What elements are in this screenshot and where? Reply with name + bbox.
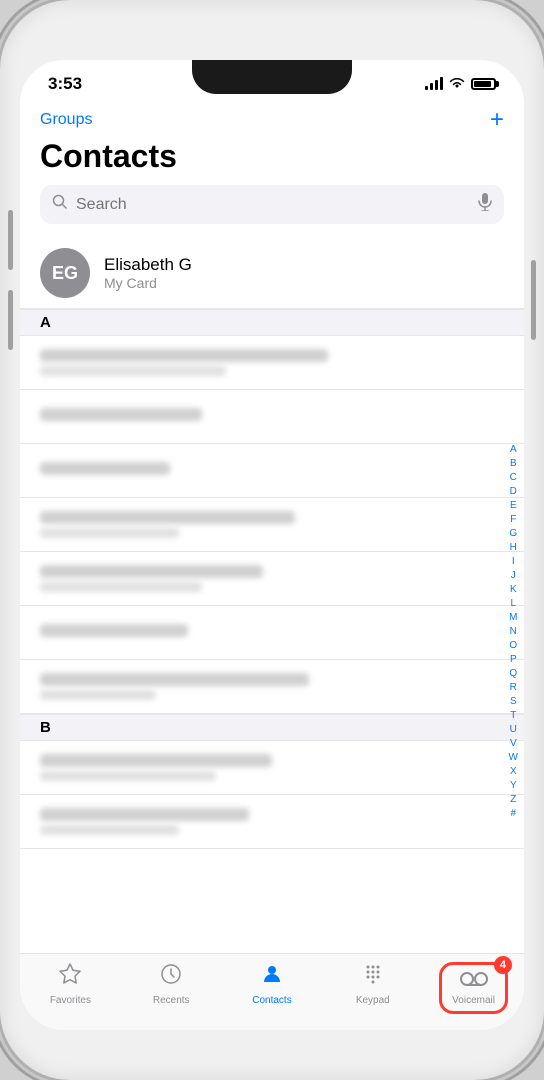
my-card-name: Elisabeth G <box>104 255 192 275</box>
alpha-letter-x[interactable]: X <box>508 765 519 778</box>
page-title: Contacts <box>40 138 504 175</box>
phone-frame: 3:53 <box>0 0 544 1080</box>
tab-keypad[interactable]: Keypad <box>322 962 423 1014</box>
volume-down-button[interactable] <box>8 290 13 350</box>
search-input[interactable] <box>76 196 470 214</box>
groups-button[interactable]: Groups <box>40 111 92 129</box>
keypad-icon <box>361 962 385 992</box>
search-icon <box>52 194 68 215</box>
alpha-letter-y[interactable]: Y <box>508 779 519 792</box>
alpha-letter-u[interactable]: U <box>508 723 519 736</box>
app-content: Groups + Contacts <box>20 100 524 1030</box>
alpha-letter-j[interactable]: J <box>509 569 518 582</box>
add-contact-button[interactable]: + <box>490 108 504 132</box>
notch <box>192 60 352 94</box>
alpha-letter-m[interactable]: M <box>507 611 519 624</box>
alpha-letter-d[interactable]: D <box>508 485 519 498</box>
volume-up-button[interactable] <box>8 210 13 270</box>
star-icon <box>58 962 82 992</box>
list-item[interactable] <box>20 741 524 795</box>
alpha-letter-l[interactable]: L <box>508 597 518 610</box>
tab-favorites-label: Favorites <box>50 995 91 1006</box>
alpha-letter-i[interactable]: I <box>510 555 517 568</box>
list-item[interactable] <box>20 660 524 714</box>
contact-list: A <box>20 309 524 953</box>
list-item[interactable] <box>20 336 524 390</box>
alpha-letter-z[interactable]: Z <box>508 793 518 806</box>
alpha-letter-b[interactable]: B <box>508 457 519 470</box>
tab-recents[interactable]: Recents <box>121 962 222 1014</box>
tab-voicemail-label: Voicemail <box>452 995 495 1006</box>
section-header-a: A <box>20 309 524 336</box>
nav-header: Groups + Contacts <box>20 100 524 238</box>
alpha-letter-e[interactable]: E <box>508 499 519 512</box>
tab-keypad-label: Keypad <box>356 995 390 1006</box>
tab-bar: Favorites Recents <box>20 953 524 1030</box>
alpha-letter-c[interactable]: C <box>508 471 519 484</box>
alpha-letter-o[interactable]: O <box>507 639 519 652</box>
alpha-letter-p[interactable]: P <box>508 653 519 666</box>
my-card-subtitle: My Card <box>104 275 192 291</box>
section-header-b: B <box>20 714 524 741</box>
search-bar[interactable] <box>40 185 504 224</box>
list-item[interactable] <box>20 552 524 606</box>
alpha-letter-s[interactable]: S <box>508 695 519 708</box>
status-time: 3:53 <box>48 74 82 94</box>
list-item[interactable] <box>20 795 524 849</box>
list-item[interactable] <box>20 444 524 498</box>
my-card-info: Elisabeth G My Card <box>104 255 192 291</box>
alpha-letter-t[interactable]: T <box>508 709 518 722</box>
tab-contacts[interactable]: Contacts <box>222 962 323 1014</box>
list-item[interactable] <box>20 606 524 660</box>
alphabet-index[interactable]: A B C D E F G H I J K L M N O P Q <box>507 309 520 953</box>
wifi-icon <box>449 77 465 92</box>
my-card[interactable]: EG Elisabeth G My Card <box>20 238 524 309</box>
clock-icon <box>159 962 183 992</box>
power-button[interactable] <box>531 260 536 340</box>
screen: 3:53 <box>20 60 524 1030</box>
microphone-icon[interactable] <box>478 193 492 216</box>
alpha-letter-a[interactable]: A <box>508 443 519 456</box>
voicemail-icon <box>460 970 488 993</box>
signal-bars-icon <box>425 78 443 90</box>
nav-row: Groups + <box>40 108 504 132</box>
alpha-letter-g[interactable]: G <box>507 527 519 540</box>
alpha-letter-f[interactable]: F <box>508 513 518 526</box>
alpha-letter-r[interactable]: R <box>508 681 519 694</box>
alpha-letter-h[interactable]: H <box>508 541 519 554</box>
alpha-letter-hash[interactable]: # <box>508 807 518 820</box>
alpha-letter-v[interactable]: V <box>508 737 519 750</box>
alpha-letter-w[interactable]: W <box>507 751 520 764</box>
voicemail-badge: 4 <box>494 956 512 974</box>
alpha-letter-k[interactable]: K <box>508 583 519 596</box>
avatar: EG <box>40 248 90 298</box>
tab-recents-label: Recents <box>153 995 190 1006</box>
person-icon <box>260 962 284 992</box>
list-item[interactable] <box>20 498 524 552</box>
tab-favorites[interactable]: Favorites <box>20 962 121 1014</box>
tab-voicemail[interactable]: Voicemail 4 <box>423 962 524 1014</box>
alpha-letter-n[interactable]: N <box>508 625 519 638</box>
tab-contacts-label: Contacts <box>252 995 291 1006</box>
list-item[interactable] <box>20 390 524 444</box>
battery-icon <box>471 78 496 90</box>
status-icons <box>425 77 496 92</box>
alpha-letter-q[interactable]: Q <box>507 667 519 680</box>
